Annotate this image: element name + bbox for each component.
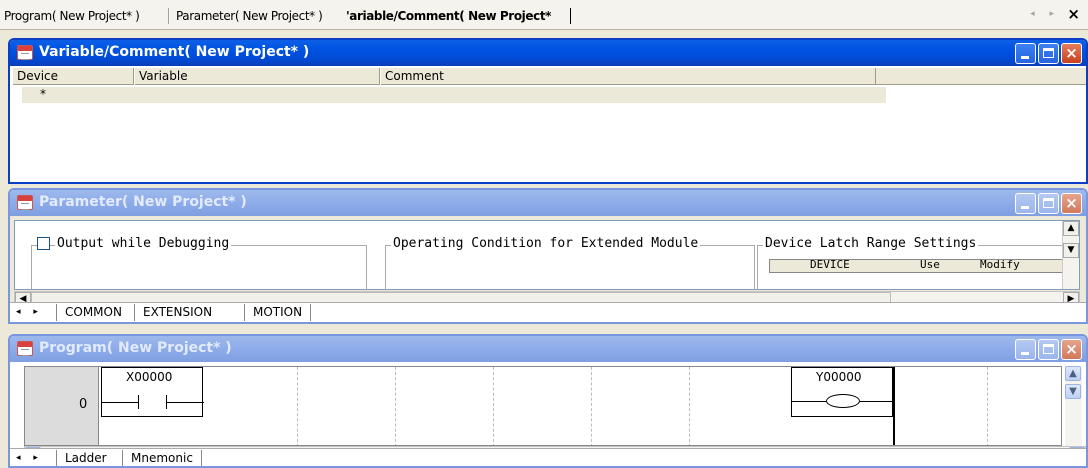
close-tab-icon[interactable]: ×	[1067, 5, 1080, 23]
grid-line	[689, 367, 690, 445]
contact-cell[interactable]: X00000	[101, 367, 204, 417]
column-header-variable[interactable]: Variable	[134, 68, 380, 85]
minimize-icon	[1021, 56, 1029, 59]
checkbox-label: Output while Debugging	[55, 236, 232, 251]
document-tab-strip: Program( New Project* ) Parameter( New P…	[0, 0, 1088, 30]
sheet-tabs: ◂ ▸ Ladder Mnemonic	[10, 448, 1086, 466]
coil-label: Y00000	[816, 370, 862, 384]
sheet-tabs: ◂ ▸ COMMON EXTENSION MOTION	[10, 302, 1086, 322]
close-icon: ×	[1065, 194, 1078, 212]
minimize-button[interactable]	[1015, 193, 1036, 214]
scroll-up-icon[interactable]: ▲	[1065, 366, 1081, 381]
step-cell: 0	[25, 367, 99, 445]
latch-column-use: Use	[920, 258, 940, 271]
maximize-button[interactable]	[1038, 193, 1059, 214]
close-button[interactable]: ×	[1061, 43, 1082, 64]
text-caret	[570, 8, 571, 24]
group-label-latch-range: Device Latch Range Settings	[763, 236, 979, 251]
vertical-scrollbar[interactable]: ▲ ▼	[1062, 221, 1079, 289]
close-button[interactable]: ×	[1061, 339, 1082, 360]
contact-symbol-left	[138, 395, 139, 409]
title-bar[interactable]: Parameter( New Project* ) ×	[10, 190, 1086, 216]
maximize-icon	[1043, 198, 1054, 208]
new-row-marker: *	[40, 87, 46, 101]
variable-grid: Device Variable Comment *	[10, 66, 1086, 180]
parameter-panel: Output while Debugging Operating Conditi…	[14, 220, 1080, 290]
sheet-tab-mnemonic[interactable]: Mnemonic	[122, 450, 202, 466]
app-root: Program( New Project* ) Parameter( New P…	[0, 0, 1088, 468]
grid-line	[395, 367, 396, 445]
doc-tab-parameter[interactable]: Parameter( New Project* )	[176, 6, 323, 26]
coil-cell[interactable]: Y00000	[791, 367, 894, 417]
output-while-debugging-checkbox[interactable]	[37, 237, 50, 250]
maximize-button[interactable]	[1038, 43, 1059, 64]
coil-left-wire	[792, 401, 826, 402]
scroll-up-icon[interactable]: ▲	[1063, 221, 1079, 236]
minimize-button[interactable]	[1015, 339, 1036, 360]
maximize-button[interactable]	[1038, 339, 1059, 360]
tab-scroll-arrows-icon[interactable]: ◂ ▸	[1030, 9, 1060, 19]
window-title: Parameter( New Project* )	[39, 194, 247, 210]
grid-line	[591, 367, 592, 445]
document-icon	[17, 341, 33, 356]
window-title: Program( New Project* )	[39, 340, 232, 356]
vertical-scrollbar[interactable]: ▲ ▼	[1065, 366, 1082, 446]
maximize-icon	[1043, 48, 1054, 58]
parameter-window: Parameter( New Project* ) × Output while…	[8, 188, 1088, 324]
minimize-icon	[1021, 352, 1029, 355]
contact-label: X00000	[126, 370, 173, 384]
latch-column-device: DEVICE	[810, 258, 850, 271]
variable-comment-window: Variable/Comment( New Project* ) × Devic…	[8, 38, 1088, 184]
coil-symbol-icon	[826, 394, 860, 408]
title-bar[interactable]: Variable/Comment( New Project* ) ×	[10, 40, 1086, 66]
contact-right-wire	[166, 402, 204, 403]
sheet-scroll-arrows-icon[interactable]: ◂ ▸	[16, 453, 43, 463]
latch-column-modify: Modify	[980, 258, 1020, 271]
sheet-scroll-arrows-icon[interactable]: ◂ ▸	[16, 307, 43, 317]
latch-table-header: DEVICE Use Modify	[769, 258, 1069, 273]
maximize-icon	[1043, 344, 1054, 354]
program-body: 0 X00000 Y00000 ▲ ▼ ◂ ▸ Ladder Mnemonic	[10, 362, 1086, 466]
minimize-icon	[1021, 206, 1029, 209]
ladder-canvas[interactable]: 0 X00000 Y00000	[24, 366, 1062, 446]
column-header-comment[interactable]: Comment	[380, 68, 876, 85]
window-title: Variable/Comment( New Project* )	[39, 44, 310, 60]
right-power-rail	[893, 367, 895, 445]
step-number: 0	[79, 397, 88, 412]
doc-tab-program[interactable]: Program( New Project* )	[4, 6, 140, 26]
scroll-down-icon[interactable]: ▼	[1065, 384, 1081, 399]
close-icon: ×	[1065, 340, 1078, 358]
document-icon	[17, 45, 33, 60]
column-header-device[interactable]: Device	[12, 68, 134, 85]
sheet-tab-motion[interactable]: MOTION	[244, 304, 312, 321]
minimize-button[interactable]	[1015, 43, 1036, 64]
grid-line	[297, 367, 298, 445]
sheet-tab-ladder[interactable]: Ladder	[56, 450, 115, 466]
parameter-body: Output while Debugging Operating Conditi…	[10, 216, 1086, 322]
group-debug-output	[31, 245, 367, 289]
coil-right-wire	[860, 401, 894, 402]
group-label-extended-module: Operating Condition for Extended Module	[391, 236, 701, 251]
group-extended-module	[385, 245, 755, 289]
contact-left-wire	[102, 402, 138, 403]
program-window: Program( New Project* ) × 0 X00000 Y0000…	[8, 334, 1088, 468]
title-bar[interactable]: Program( New Project* ) ×	[10, 336, 1086, 362]
tab-separator	[168, 8, 169, 24]
close-button[interactable]: ×	[1061, 193, 1082, 214]
doc-tab-variable-comment[interactable]: 'ariable/Comment( New Project*	[346, 6, 551, 26]
close-icon: ×	[1065, 44, 1078, 62]
grid-header: Device Variable Comment	[12, 68, 1086, 85]
grid-line	[987, 367, 988, 445]
grid-line	[493, 367, 494, 445]
grid-new-row[interactable]	[22, 87, 886, 103]
document-icon	[17, 195, 33, 210]
scroll-down-icon[interactable]: ▼	[1063, 243, 1079, 258]
sheet-tab-common[interactable]: COMMON	[56, 304, 130, 321]
sheet-tab-extension[interactable]: EXTENSION	[134, 304, 220, 321]
